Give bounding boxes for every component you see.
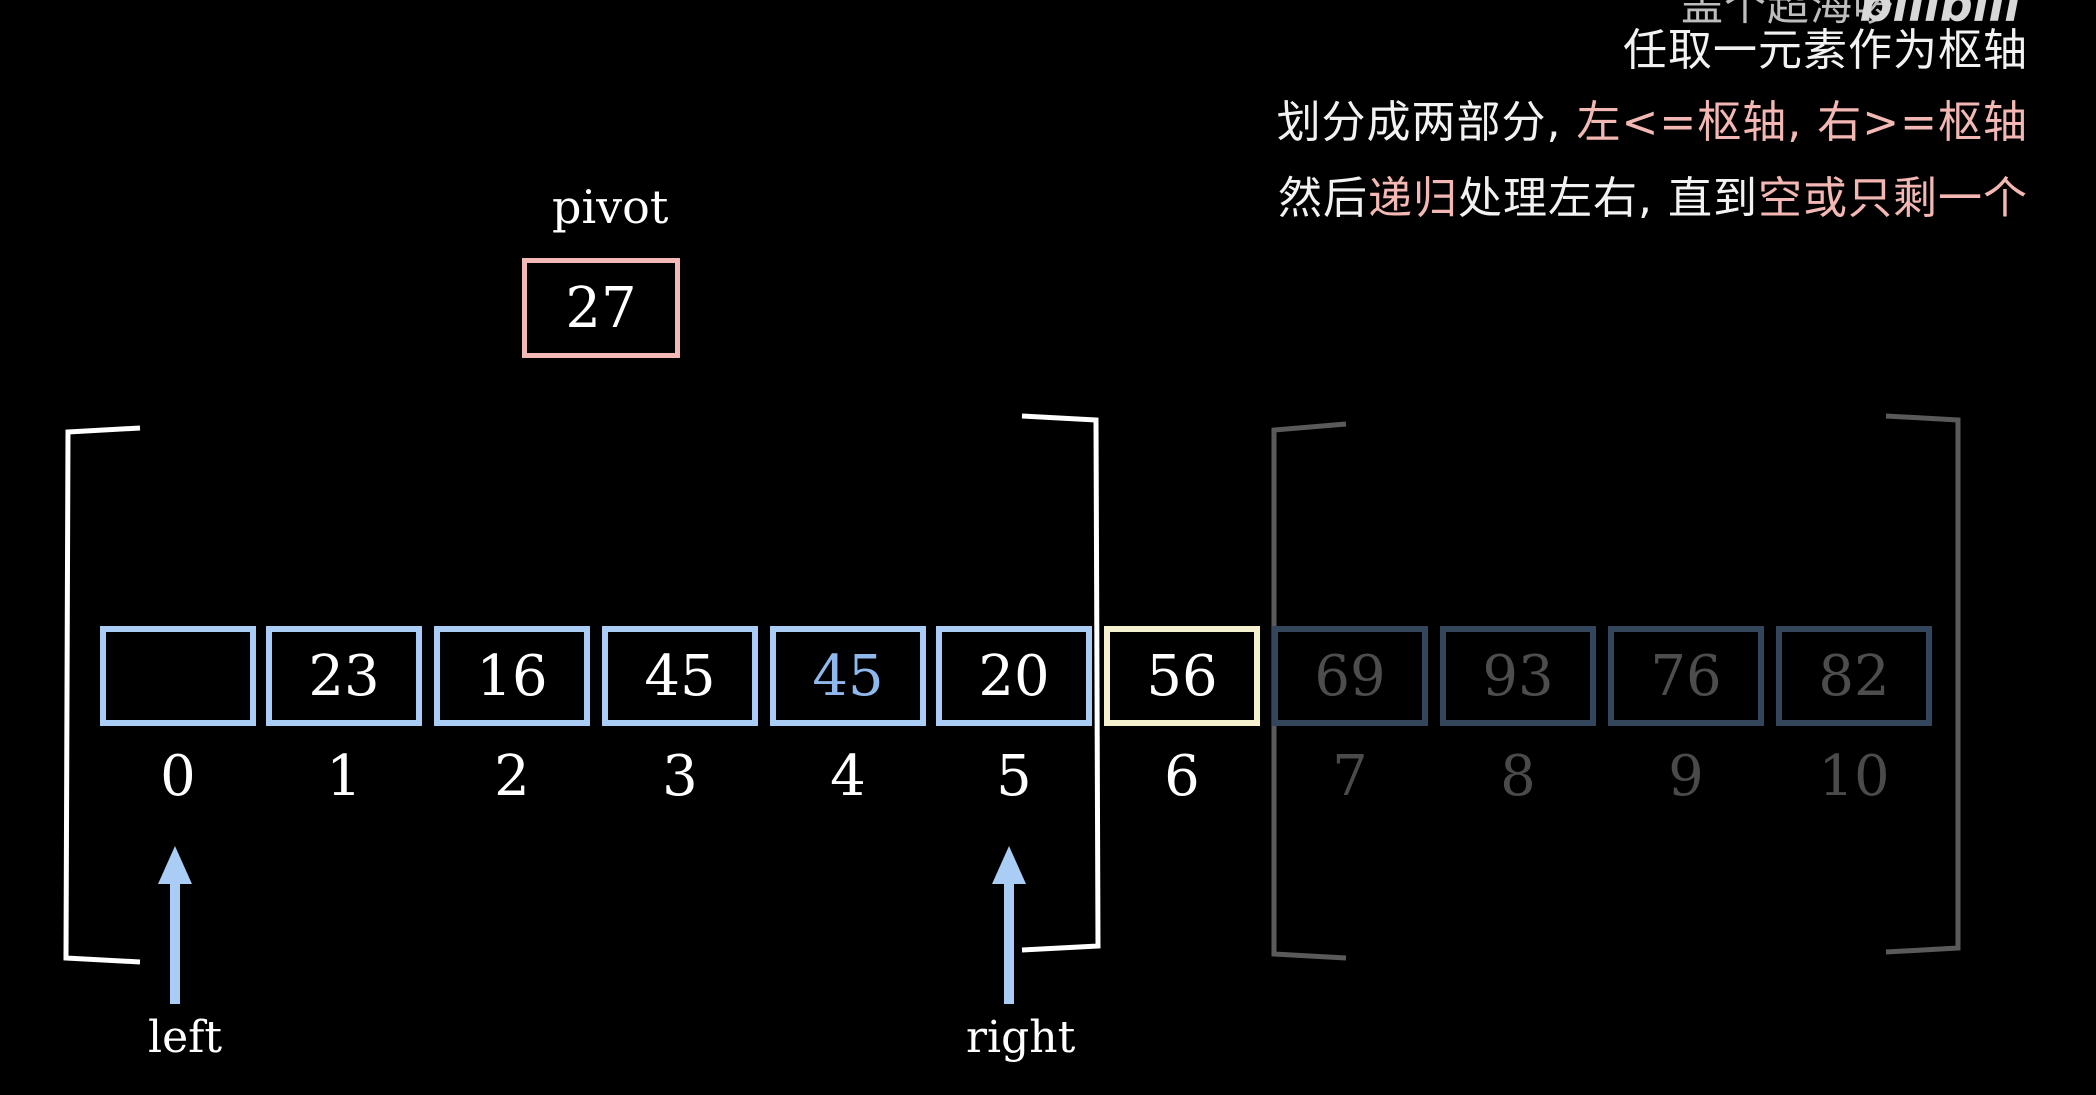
- array-cell: [100, 626, 256, 726]
- array-index: 10: [1818, 744, 1890, 809]
- array-index: 9: [1668, 744, 1704, 809]
- quicksort-diagram: 盖个超海啰 bilibili 任取一元素作为枢轴 划分成两部分, 左<=枢轴, …: [0, 0, 2096, 1095]
- array-cell: 16: [434, 626, 590, 726]
- right-pointer-label: right: [966, 1012, 1076, 1063]
- array-index: 7: [1332, 744, 1368, 809]
- array-index: 1: [326, 744, 362, 809]
- array-index: 6: [1164, 744, 1200, 809]
- array-cell: 69: [1272, 626, 1428, 726]
- array-index: 0: [160, 744, 196, 809]
- left-arrow-icon: [158, 846, 192, 1004]
- array-cell: 93: [1440, 626, 1596, 726]
- brackets-and-arrows: [63, 413, 1961, 1004]
- array-index: 5: [996, 744, 1032, 809]
- array-cell: 45: [770, 626, 926, 726]
- array-cell: 20: [936, 626, 1092, 726]
- right-arrow-icon: [992, 846, 1026, 1004]
- array-cell: 76: [1608, 626, 1764, 726]
- array-index: 8: [1500, 744, 1536, 809]
- left-pointer-label: left: [148, 1012, 223, 1063]
- array-cell: 23: [266, 626, 422, 726]
- array-cell: 45: [602, 626, 758, 726]
- array-cell: 56: [1104, 626, 1260, 726]
- array-index: 4: [830, 744, 866, 809]
- array-index: 2: [494, 744, 530, 809]
- array-index: 3: [662, 744, 698, 809]
- array-cell: 82: [1776, 626, 1932, 726]
